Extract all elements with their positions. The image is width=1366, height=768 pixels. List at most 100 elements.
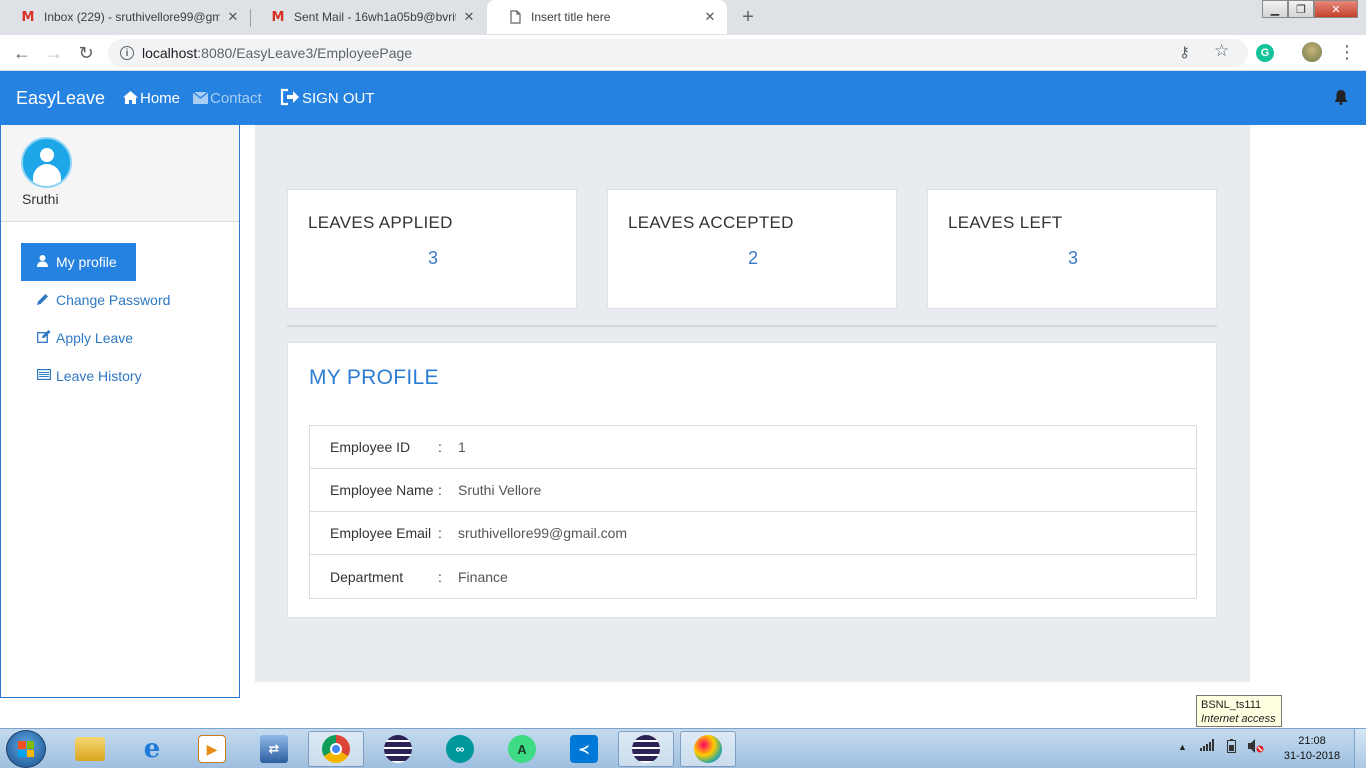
nav-home-link[interactable]: Home (123, 90, 180, 107)
media-player-icon: ▶ (198, 735, 226, 763)
volume-muted-icon[interactable] (1248, 739, 1264, 756)
taskbar-android-studio[interactable]: A (494, 731, 550, 767)
sidebar: Sruthi My profile Change Password Apply … (0, 125, 240, 698)
tray-expand-icon[interactable]: ▲ (1178, 742, 1187, 752)
new-tab-button[interactable]: + (734, 4, 762, 30)
url-path: :8080/EasyLeave3/EmployeePage (197, 45, 413, 61)
paint-icon (694, 735, 722, 763)
sidebar-item-label: Change Password (56, 292, 171, 308)
sign-out-icon (280, 88, 300, 109)
page-icon (507, 9, 523, 25)
browser-tab-bar: M Inbox (229) - sruthivellore99@gm ✕ M S… (0, 0, 1366, 35)
field-value: Finance (458, 568, 508, 585)
url-input[interactable]: i localhost:8080/EasyLeave3/EmployeePage (108, 39, 1248, 67)
taskbar-eclipse[interactable] (370, 731, 426, 767)
battery-icon[interactable] (1227, 739, 1236, 756)
windows-logo-icon (18, 741, 34, 757)
stat-card-leaves-accepted: LEAVES ACCEPTED 2 (607, 189, 897, 309)
show-desktop-button[interactable] (1354, 729, 1366, 768)
clock-date: 31-10-2018 (1283, 750, 1341, 762)
profile-avatar[interactable] (1302, 42, 1322, 62)
field-label: Employee ID (330, 439, 411, 455)
field-separator: : (438, 568, 442, 585)
taskbar-eclipse-2[interactable] (618, 731, 674, 767)
field-label: Employee Email (330, 525, 432, 541)
restore-button[interactable]: ❐ (1288, 0, 1314, 18)
field-value: sruthivellore99@gmail.com (458, 525, 628, 541)
nav-signout-link[interactable]: SIGN OUT (280, 88, 375, 109)
gmail-icon: M (21, 9, 35, 25)
internet-explorer-icon: e (143, 734, 161, 764)
table-row: Employee Name : Sruthi Vellore (310, 469, 1196, 512)
taskbar-media-player[interactable]: ▶ (184, 731, 240, 767)
sidebar-item-label: Apply Leave (56, 330, 134, 346)
android-studio-icon: A (508, 735, 536, 763)
taskbar-vscode[interactable]: ≺ (556, 731, 612, 767)
username: Sruthi (22, 191, 59, 207)
section-divider (287, 325, 1217, 327)
sidebar-item-apply-leave[interactable]: Apply Leave (21, 319, 170, 357)
close-icon[interactable]: ✕ (226, 9, 240, 25)
sidebar-item-label: My profile (56, 254, 117, 270)
stat-label: LEAVES LEFT (948, 213, 1063, 232)
back-button[interactable]: ← (10, 41, 34, 65)
bell-icon[interactable] (1334, 90, 1348, 109)
nav-home-label: Home (140, 90, 181, 107)
field-label: Employee Name (330, 482, 434, 498)
window-close-button[interactable]: ✕ (1314, 0, 1358, 18)
page-title: MY PROFILE (309, 366, 439, 389)
sidebar-item-my-profile[interactable]: My profile (21, 243, 136, 281)
sidebar-item-leave-history[interactable]: Leave History (21, 357, 170, 395)
tab-sent-mail[interactable]: M Sent Mail - 16wh1a05b9@bvrithy ✕ (250, 0, 486, 34)
field-label: Department (330, 568, 404, 585)
minimize-button[interactable]: ▁ (1262, 0, 1288, 18)
address-bar-row: ← → ↻ i localhost:8080/EasyLeave3/Employ… (0, 35, 1366, 71)
wifi-icon[interactable] (1200, 739, 1216, 754)
taskbar-chrome[interactable] (308, 731, 364, 767)
grammarly-extension-icon[interactable]: G (1256, 44, 1274, 62)
stat-card-leaves-left: LEAVES LEFT 3 (927, 189, 1217, 309)
taskbar-paint[interactable] (680, 731, 736, 767)
list-icon (37, 369, 53, 383)
eclipse-icon (384, 735, 412, 763)
taskbar-arduino[interactable]: ∞ (432, 731, 488, 767)
taskbar-explorer[interactable] (62, 731, 118, 767)
stat-value: 2 (747, 248, 758, 268)
nav-contact-link[interactable]: Contact (192, 90, 262, 107)
stat-label: LEAVES ACCEPTED (628, 213, 794, 232)
tab-insert-title[interactable]: Insert title here ✕ (487, 0, 727, 34)
arduino-icon: ∞ (446, 735, 474, 763)
tab-title: Sent Mail - 16wh1a05b9@bvrithy (294, 10, 456, 24)
stat-value: 3 (427, 248, 438, 268)
network-app-icon: ⇄ (260, 735, 288, 763)
tab-inbox[interactable]: M Inbox (229) - sruthivellore99@gm ✕ (0, 0, 250, 34)
sidebar-item-change-password[interactable]: Change Password (21, 281, 170, 319)
eclipse-icon (632, 735, 660, 763)
start-button[interactable] (6, 730, 46, 768)
table-row: Department : Finance (310, 555, 1196, 598)
close-icon[interactable]: ✕ (703, 9, 717, 25)
taskbar-ie[interactable]: e (124, 731, 180, 767)
gmail-icon: M (271, 9, 285, 25)
pencil-icon (37, 293, 53, 308)
browser-menu-icon[interactable]: ⋮ (1338, 40, 1356, 64)
clock-time: 21:08 (1298, 735, 1326, 747)
vscode-icon: ≺ (570, 735, 598, 763)
info-icon[interactable]: i (120, 46, 134, 60)
brand-logo[interactable]: EasyLeave (16, 88, 105, 109)
network-name: BSNL_ts111 (1201, 699, 1262, 711)
stat-card-leaves-applied: LEAVES APPLIED 3 (287, 189, 577, 309)
app-navbar: EasyLeave Home Contact SIGN OUT (0, 71, 1366, 125)
field-value: 1 (458, 439, 466, 455)
system-clock[interactable]: 21:08 31-10-2018 (1280, 734, 1344, 764)
field-value: Sruthi Vellore (458, 482, 542, 498)
field-separator: : (438, 525, 442, 541)
star-icon[interactable]: ☆ (1214, 41, 1229, 61)
key-icon[interactable]: ⚷ (1179, 43, 1190, 61)
taskbar-network-app[interactable]: ⇄ (246, 731, 302, 767)
reload-button[interactable]: ↻ (74, 41, 98, 65)
close-icon[interactable]: ✕ (462, 9, 476, 25)
forward-button[interactable]: → (42, 41, 66, 65)
user-icon (37, 254, 53, 270)
user-panel: Sruthi (1, 125, 239, 222)
